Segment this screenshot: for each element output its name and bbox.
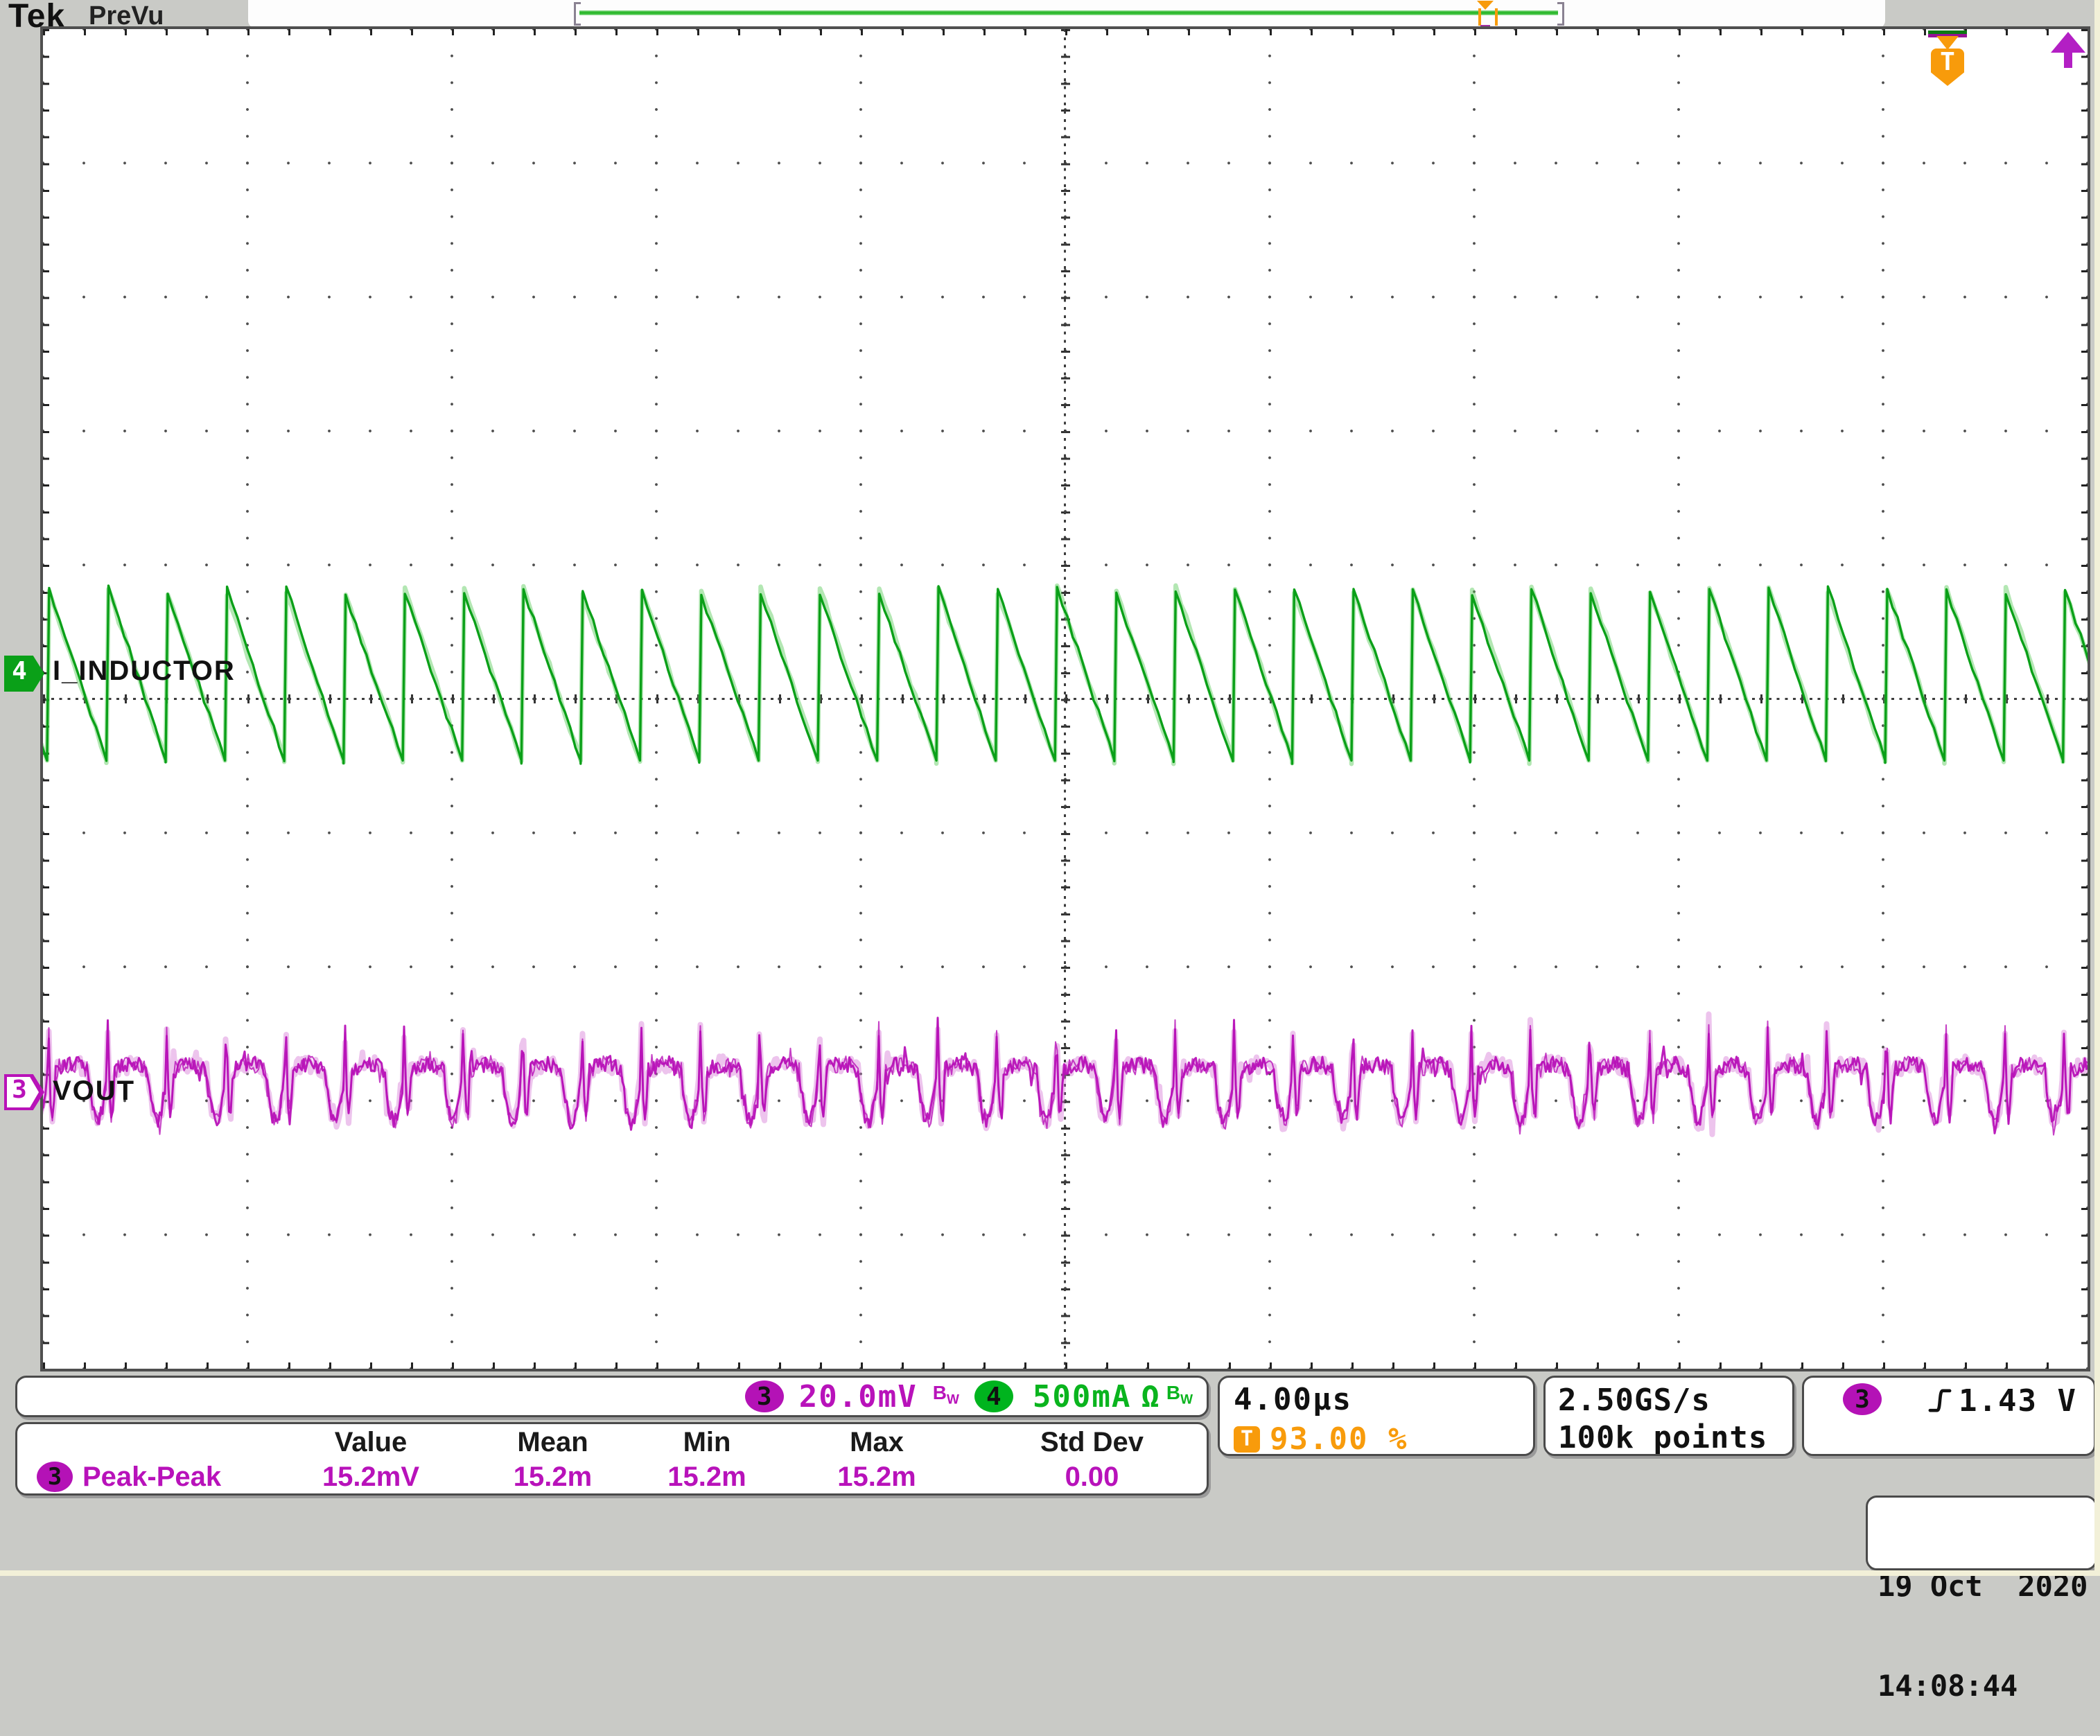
ch3-position-marker[interactable]: 3 (4, 1074, 44, 1110)
ch3-scale[interactable]: 20.0mV (799, 1379, 918, 1414)
measurement-header-row: Value Mean Min Max Std Dev (17, 1426, 1207, 1459)
measurement-row: 3 Peak-Peak 15.2mV 15.2m 15.2m 15.2m 0.0… (17, 1459, 1207, 1495)
ch4-scale[interactable]: 500mA (1033, 1379, 1131, 1414)
ch4-bandwidth-icon: BW (1166, 1383, 1193, 1410)
sample-rate: 2.50GS/s (1558, 1382, 1792, 1419)
meas-min: 15.2m (638, 1459, 776, 1495)
record-length: 100k points (1558, 1419, 1792, 1457)
screen-edge-bottom (0, 1570, 2100, 1576)
meas-header-min: Min (638, 1426, 776, 1459)
trigger-t-icon: T (1234, 1426, 1260, 1453)
ch3-label: VOUT (53, 1076, 135, 1107)
trigger-level-offscreen-arrow-icon (2050, 32, 2086, 71)
waveform-canvas (43, 29, 2088, 1369)
trigger-level[interactable]: 1.43 V (1959, 1383, 2077, 1419)
record-view-waveform-line (579, 10, 1558, 15)
meas-header-value: Value (274, 1426, 468, 1459)
timebase-value[interactable]: 4.00µs (1234, 1382, 1533, 1417)
meas-header-spacer (17, 1426, 274, 1459)
record-trigger-position-marker-base (1480, 25, 1490, 28)
meas-mean: 15.2m (468, 1459, 638, 1495)
meas-header-mean: Mean (468, 1426, 638, 1459)
time-text: 14:08:44 (1878, 1669, 2095, 1703)
meas-name: Peak-Peak (82, 1459, 221, 1495)
datetime-box: 19 Oct 2020 14:08:44 (1866, 1496, 2097, 1570)
record-trigger-position-marker (1478, 8, 1498, 26)
trigger-position-percent[interactable]: 93.00 % (1270, 1421, 1408, 1457)
trigger-position-arrow-icon (1936, 36, 1959, 50)
ch4-marker-number: 4 (4, 657, 35, 685)
ch3-badge[interactable]: 3 (745, 1380, 784, 1412)
meas-header-max: Max (776, 1426, 977, 1459)
channel-readout-bar: 3 20.0mV BW 4 500mA Ω BW (15, 1376, 1209, 1417)
measurement-table: Value Mean Min Max Std Dev 3 Peak-Peak 1… (15, 1422, 1209, 1496)
ch3-marker-number: 3 (4, 1076, 35, 1104)
meas-stddev: 0.00 (977, 1459, 1207, 1495)
meas-max: 15.2m (776, 1459, 977, 1495)
meas-value: 15.2mV (274, 1459, 468, 1495)
rising-edge-icon (1927, 1386, 1952, 1419)
ch4-position-marker[interactable]: 4 (4, 656, 44, 692)
record-view-right-bracket (1557, 2, 1564, 26)
acquisition-status: PreVu (89, 1, 164, 31)
screen-edge-right (2094, 0, 2100, 1576)
trigger-source-badge[interactable]: 3 (1843, 1383, 1882, 1415)
trigger-t-letter: T (1940, 49, 1955, 76)
ch4-label: I_INDUCTOR (53, 656, 236, 687)
ch4-badge[interactable]: 4 (974, 1380, 1013, 1412)
trigger-readout-box: 3 1.43 V (1802, 1376, 2096, 1456)
ch3-bandwidth-icon: BW (933, 1383, 959, 1410)
meas-source-badge: 3 (37, 1462, 73, 1492)
acquisition-readout-box: 2.50GS/s 100k points (1543, 1376, 1794, 1456)
horizontal-readout-box: 4.00µs T 93.00 % (1218, 1376, 1535, 1456)
meas-header-stddev: Std Dev (977, 1426, 1207, 1459)
ch4-impedance: Ω (1141, 1379, 1161, 1414)
